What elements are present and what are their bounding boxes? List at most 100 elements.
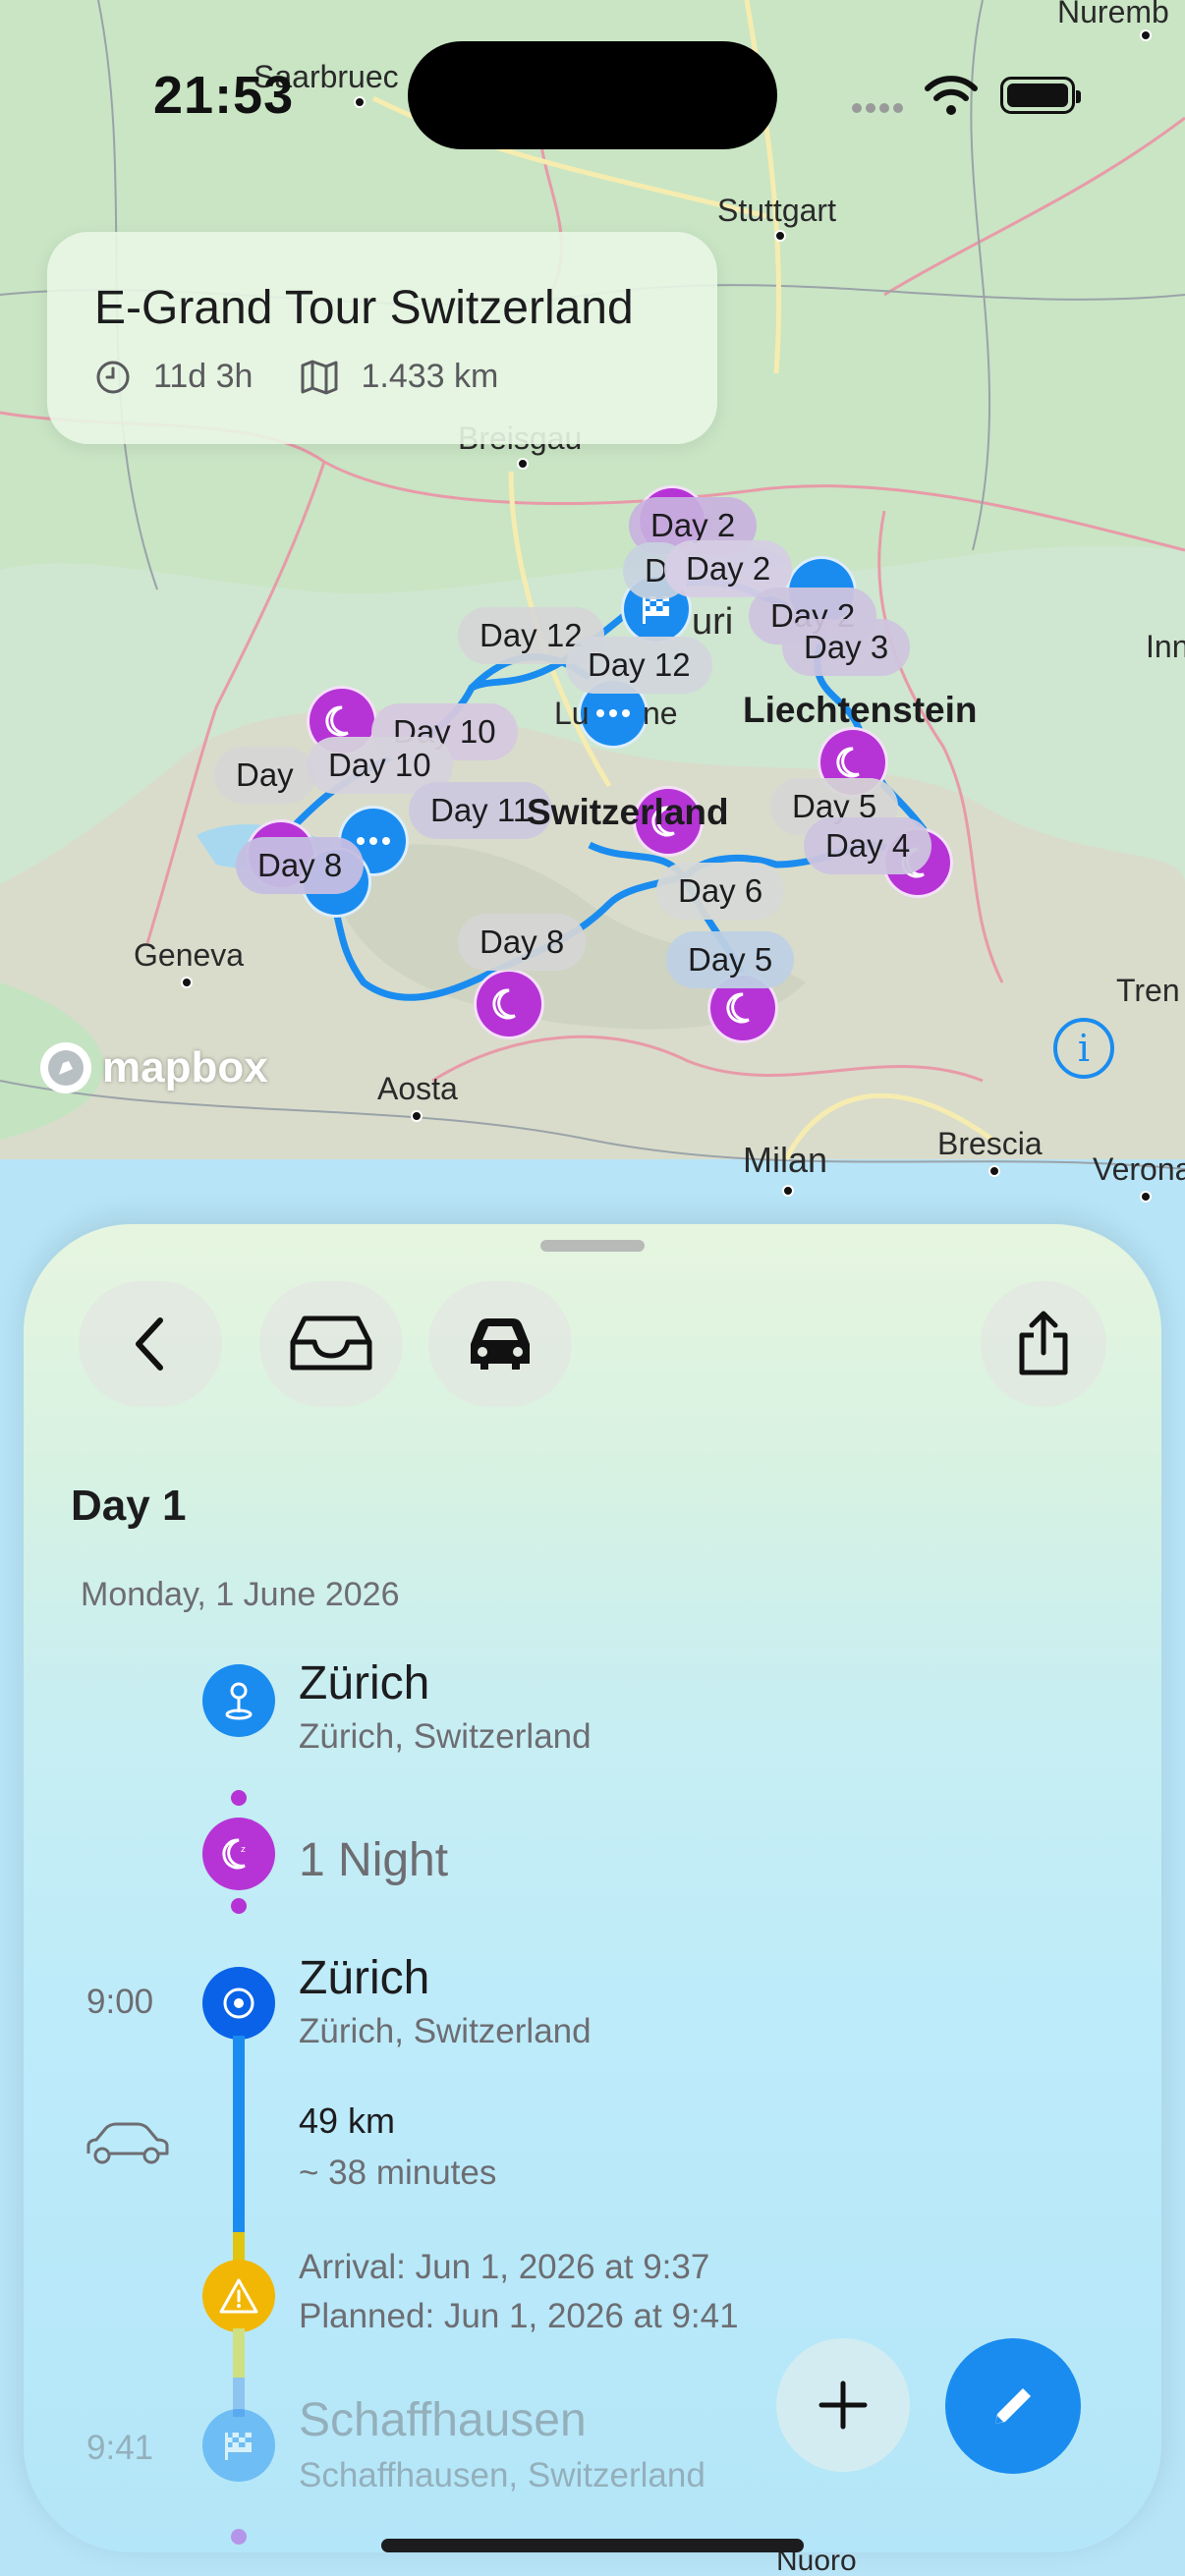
more-icon xyxy=(596,709,630,717)
sheet-grabber[interactable] xyxy=(540,1240,645,1252)
city-label: Tren xyxy=(1116,973,1180,1008)
trip-distance: 1.433 km xyxy=(361,358,499,395)
back-button[interactable] xyxy=(79,1281,222,1407)
departure-time: 9:00 xyxy=(86,1983,154,2021)
city-label: Geneva xyxy=(134,937,245,973)
city-label-lucerne-end: ne xyxy=(643,696,678,731)
trip-meta: 11d 3h 1.433 km xyxy=(94,358,498,396)
pencil-icon xyxy=(995,2388,1031,2424)
moon-icon xyxy=(726,992,750,1024)
status-time: 21:53 xyxy=(153,66,295,125)
planned-time: Planned: Jun 1, 2026 at 9:41 xyxy=(299,2297,739,2335)
map-info-button[interactable]: i xyxy=(1053,1018,1114,1079)
map-icon xyxy=(301,360,338,394)
mapbox-logo-icon xyxy=(40,1042,91,1093)
dynamic-island xyxy=(408,41,777,149)
plus-icon xyxy=(818,2380,868,2430)
mapbox-attribution: mapbox xyxy=(37,1039,268,1096)
svg-text:z: z xyxy=(241,1845,246,1855)
day-label[interactable]: Day 3 xyxy=(782,619,911,676)
wifi-icon xyxy=(925,76,978,115)
city-dot xyxy=(988,1165,1000,1177)
flag-icon xyxy=(225,2433,252,2460)
day-label[interactable]: Day 8 xyxy=(458,914,587,971)
waypoint-icon xyxy=(202,1967,275,2040)
day-label[interactable]: Day 4 xyxy=(804,817,932,874)
share-button[interactable] xyxy=(981,1281,1106,1407)
city-label: Verona xyxy=(1093,1151,1185,1187)
city-label: Aosta xyxy=(377,1071,458,1106)
inbox-tray-icon xyxy=(290,1316,372,1371)
day-label[interactable]: Day 5 xyxy=(666,931,795,988)
car-icon xyxy=(471,1318,530,1370)
stop-title[interactable]: Zürich xyxy=(299,1656,429,1710)
inbox-button[interactable] xyxy=(259,1281,403,1407)
day-label-partial[interactable]: Day xyxy=(214,747,315,804)
location-pin-icon xyxy=(225,1682,253,1720)
city-label: Brescia xyxy=(937,1126,1043,1161)
cellular-icon xyxy=(852,103,903,113)
warning-triangle-icon xyxy=(219,2278,258,2314)
city-dot xyxy=(1140,1191,1152,1203)
mapbox-wordmark: mapbox xyxy=(102,1043,268,1092)
add-stop-button[interactable] xyxy=(776,2338,910,2472)
drive-distance: 49 km xyxy=(299,2100,396,2141)
arrival-time-left: 9:41 xyxy=(86,2429,154,2467)
overnight-pin[interactable] xyxy=(474,969,544,1039)
timeline-dot xyxy=(231,1790,247,1806)
day-label[interactable]: Day 6 xyxy=(656,863,785,920)
start-point-icon xyxy=(202,1664,275,1737)
edit-button[interactable] xyxy=(945,2338,1081,2474)
stop-subtitle: Zürich, Switzerland xyxy=(299,2012,592,2050)
city-dot xyxy=(782,1185,794,1197)
home-indicator xyxy=(381,2539,804,2552)
warning-badge xyxy=(202,2260,275,2332)
city-label: Nuremb xyxy=(1057,0,1169,29)
stop-subtitle: Zürich, Switzerland xyxy=(299,1717,592,1756)
city-dot xyxy=(1140,29,1152,41)
day-title: Day 1 xyxy=(71,1482,187,1530)
more-icon xyxy=(357,837,390,845)
city-label: Inn xyxy=(1146,629,1185,664)
city-dot xyxy=(181,977,193,988)
chevron-left-icon xyxy=(136,1317,163,1371)
timeline-dot xyxy=(231,1898,247,1914)
route-line-faded xyxy=(233,2328,245,2378)
timeline-dot xyxy=(231,2529,247,2545)
share-icon xyxy=(1019,1311,1068,1375)
day-label[interactable]: Day 8 xyxy=(236,837,365,894)
arrival-time: Arrival: Jun 1, 2026 at 9:37 xyxy=(299,2248,710,2286)
country-label: Liechtenstein xyxy=(743,690,978,730)
night-label[interactable]: 1 Night xyxy=(299,1833,448,1887)
target-icon xyxy=(223,1988,254,2019)
city-label-lucerne: Lu xyxy=(554,696,590,731)
stop-title[interactable]: Zürich xyxy=(299,1951,429,2005)
battery-icon xyxy=(1000,77,1081,114)
clock-icon xyxy=(96,361,130,393)
trip-summary-card[interactable]: E-Grand Tour Switzerland 11d 3h 1.433 km xyxy=(47,232,717,444)
moon-icon xyxy=(836,747,860,778)
moon-icon: z xyxy=(222,1838,246,1870)
trip-duration: 11d 3h xyxy=(153,358,254,395)
city-label: Milan xyxy=(743,1140,828,1180)
city-dot xyxy=(517,458,529,470)
city-dot xyxy=(411,1110,423,1122)
city-label-zurich: uri xyxy=(692,601,734,643)
country-label: Switzerland xyxy=(527,792,729,832)
city-dot xyxy=(354,96,366,108)
stop-title[interactable]: Schaffhausen xyxy=(299,2393,587,2447)
car-outline-icon xyxy=(86,2122,169,2164)
overnight-icon: z xyxy=(202,1818,275,1890)
day-detail-sheet[interactable]: Day 1 Monday, 1 June 2026 Zürich Zürich,… xyxy=(24,1224,1161,2552)
trip-title: E-Grand Tour Switzerland xyxy=(94,282,634,334)
stop-subtitle: Schaffhausen, Switzerland xyxy=(299,2456,705,2494)
city-label: Stuttgart xyxy=(717,193,836,228)
city-dot xyxy=(774,230,786,242)
finish-flag-icon xyxy=(202,2409,275,2482)
moon-icon xyxy=(492,988,516,1020)
drive-duration: ~ 38 minutes xyxy=(299,2154,497,2192)
day-label[interactable]: Day 12 xyxy=(566,637,712,694)
route-line xyxy=(233,2036,245,2232)
car-mode-button[interactable] xyxy=(428,1281,572,1407)
moon-icon xyxy=(325,705,349,737)
